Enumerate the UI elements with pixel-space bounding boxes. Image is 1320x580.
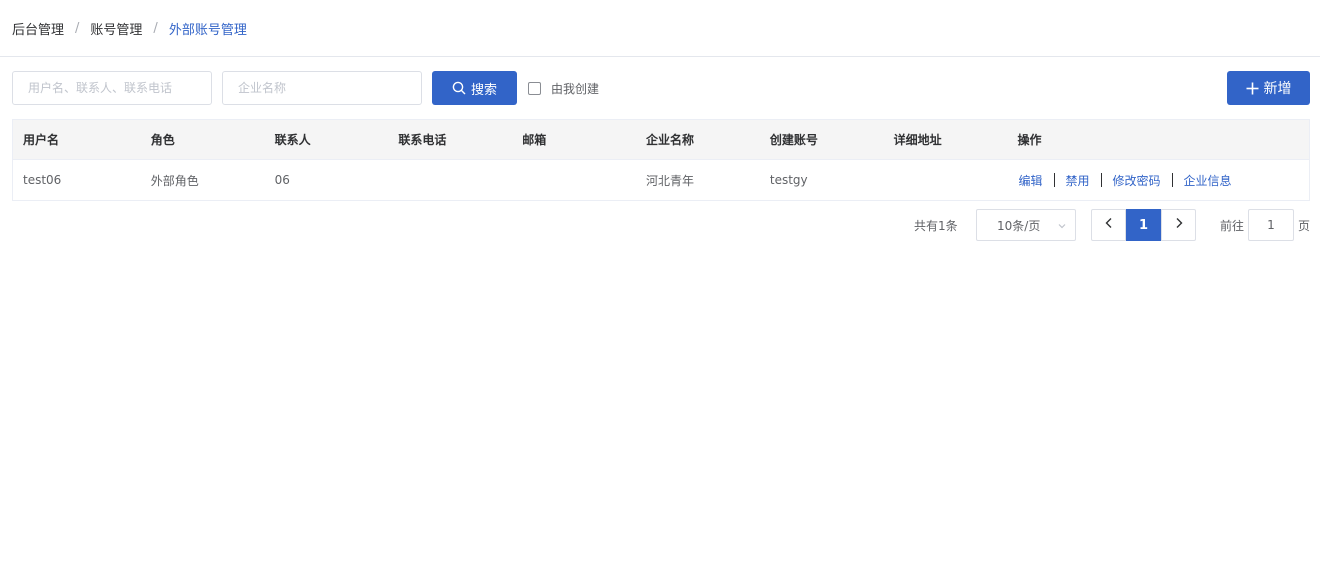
disable-link[interactable]: 禁用 [1065,172,1091,189]
breadcrumb-separator: / [75,20,80,36]
column-header-address: 详细地址 [893,133,942,147]
edit-link[interactable]: 编辑 [1017,172,1043,189]
pagination: 共有1条 10条/页 1 前往 页 [0,209,1310,241]
change-password-link[interactable]: 修改密码 [1112,172,1162,189]
column-header-email: 邮箱 [522,133,547,147]
column-header-creator: 创建账号 [769,133,818,147]
prev-page-button[interactable] [1091,209,1126,241]
action-divider [1171,173,1173,187]
table-header: 用户名 角色 联系人 联系电话 邮箱 企业名称 创建账号 详细地址 操作 [13,120,1309,160]
breadcrumb-separator: / [153,20,158,36]
cell-email [512,160,636,200]
cell-phone [388,160,512,200]
goto-page-input[interactable] [1248,209,1294,241]
cell-company: 河北青年 [646,173,695,188]
pagination-total: 共有1条 [914,218,958,233]
plus-icon [1246,82,1259,95]
user-search-input[interactable] [12,71,212,105]
add-button[interactable]: 新增 [1227,71,1310,105]
page-size-select[interactable]: 10条/页 [976,209,1076,241]
page-number-current[interactable]: 1 [1126,209,1161,241]
checkbox-box[interactable] [528,81,541,95]
column-header-actions: 操作 [1017,133,1042,147]
breadcrumb: 后台管理 / 账号管理 / 外部账号管理 [12,18,247,38]
add-button-label: 新增 [1263,81,1292,97]
header-divider [0,56,1320,57]
column-header-company: 企业名称 [646,133,695,147]
breadcrumb-item-admin[interactable]: 后台管理 [12,19,64,38]
page-size-value: 10条/页 [997,218,1041,233]
search-button[interactable]: 搜索 [432,71,517,105]
cell-username: test06 [23,173,62,187]
action-divider [1053,173,1055,187]
goto-unit: 页 [1298,218,1311,233]
created-by-me-label: 由我创建 [551,81,600,96]
cell-role: 外部角色 [150,173,199,188]
cell-address [884,160,1008,200]
goto-label: 前往 [1220,218,1245,233]
table-row: test06 外部角色 06 河北青年 testgy 编辑 禁用 修改密码 企业… [13,160,1309,200]
breadcrumb-item-account[interactable]: 账号管理 [90,19,142,38]
search-toolbar: 搜索 由我创建 新增 [12,71,1310,105]
next-page-button[interactable] [1161,209,1196,241]
column-header-contact: 联系人 [274,133,311,147]
chevron-right-icon [1174,217,1184,233]
company-info-link[interactable]: 企业信息 [1183,172,1233,189]
column-header-username: 用户名 [23,133,60,147]
breadcrumb-item-external-account: 外部账号管理 [168,22,247,38]
cell-contact: 06 [274,173,290,187]
created-by-me-checkbox[interactable]: 由我创建 [528,71,599,105]
action-divider [1100,173,1102,187]
cell-creator: testgy [769,173,808,187]
company-search-input[interactable] [222,71,422,105]
search-button-label: 搜索 [470,82,497,98]
chevron-down-icon [1057,220,1067,234]
chevron-left-icon [1104,217,1114,233]
account-table: 用户名 角色 联系人 联系电话 邮箱 企业名称 创建账号 详细地址 操作 tes… [12,119,1310,201]
search-icon [452,81,466,95]
column-header-role: 角色 [150,133,175,147]
cell-actions: 编辑 禁用 修改密码 企业信息 [1007,160,1309,200]
column-header-phone: 联系电话 [398,133,447,147]
